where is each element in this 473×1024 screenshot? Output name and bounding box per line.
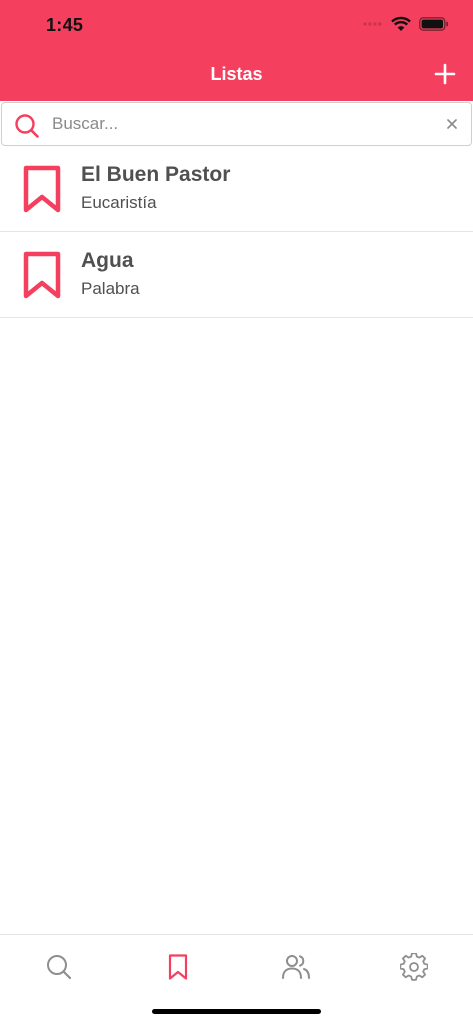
gear-icon bbox=[400, 953, 428, 981]
list-item-title: Agua bbox=[81, 249, 134, 272]
search-input[interactable] bbox=[52, 111, 432, 137]
list-item-subtitle: Eucaristía bbox=[81, 193, 157, 212]
list-item-title: El Buen Pastor bbox=[81, 163, 231, 186]
search-bar bbox=[1, 102, 472, 146]
clear-search-icon[interactable] bbox=[444, 116, 460, 132]
page-title: Listas bbox=[210, 64, 263, 84]
status-time: 1:45 bbox=[46, 15, 84, 35]
signal-icon bbox=[363, 22, 382, 26]
add-list-button[interactable] bbox=[433, 62, 457, 86]
tab-search[interactable] bbox=[43, 951, 75, 983]
bookmark-icon bbox=[168, 954, 188, 980]
bookmark-icon bbox=[23, 251, 61, 299]
tab-lists[interactable] bbox=[162, 951, 194, 983]
status-icons bbox=[363, 16, 449, 32]
list-item[interactable]: Agua Palabra bbox=[0, 232, 473, 318]
search-icon bbox=[47, 955, 72, 980]
header: 1:45 Listas bbox=[0, 0, 473, 101]
wifi-icon bbox=[391, 16, 411, 31]
tab-settings[interactable] bbox=[398, 951, 430, 983]
tab-users[interactable] bbox=[280, 951, 312, 983]
list-item-subtitle: Palabra bbox=[81, 279, 140, 298]
battery-icon bbox=[419, 17, 448, 31]
list-item[interactable]: El Buen Pastor Eucaristía bbox=[0, 146, 473, 232]
bookmark-icon bbox=[23, 165, 61, 213]
users-icon bbox=[282, 955, 310, 979]
home-indicator bbox=[152, 1009, 321, 1014]
search-icon bbox=[15, 114, 39, 138]
